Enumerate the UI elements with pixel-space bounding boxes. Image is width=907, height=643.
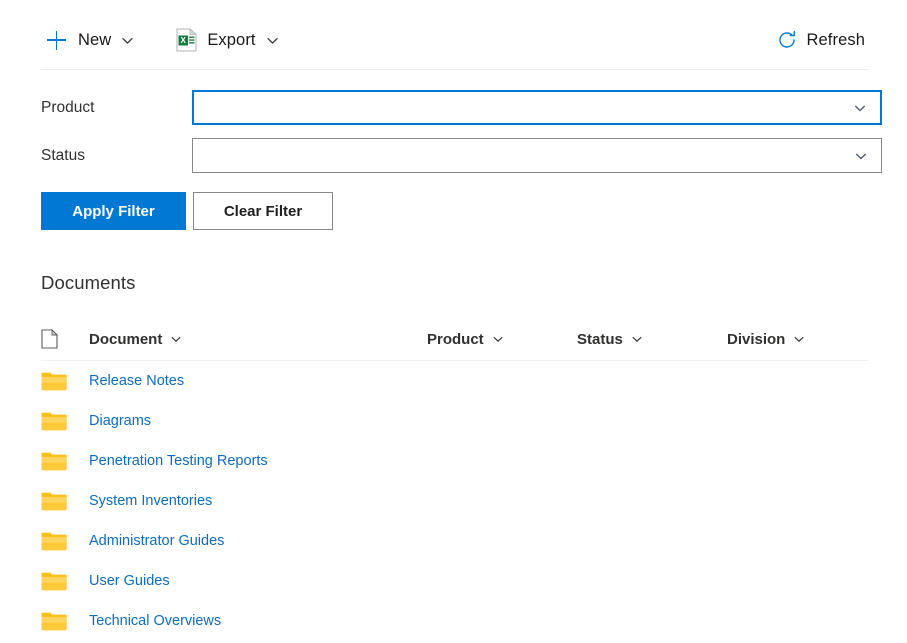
table-row[interactable]: Penetration Testing Reports (41, 441, 869, 481)
file-page-icon (41, 329, 58, 349)
column-header-document-label: Document (89, 330, 163, 348)
chevron-down-icon[interactable] (793, 333, 805, 345)
chevron-down-icon[interactable] (853, 101, 867, 115)
status-dropdown[interactable] (192, 138, 882, 173)
chevron-down-icon[interactable] (492, 333, 504, 345)
chevron-down-icon[interactable] (631, 333, 643, 345)
folder-icon (41, 411, 89, 431)
product-filter-label: Product (41, 98, 95, 116)
plus-icon (47, 30, 66, 50)
column-header-product-label: Product (427, 330, 484, 348)
product-dropdown[interactable] (192, 90, 882, 125)
document-link[interactable]: Administrator Guides (89, 533, 224, 549)
document-link[interactable]: Penetration Testing Reports (89, 453, 268, 469)
document-link[interactable]: User Guides (89, 573, 170, 589)
document-link[interactable]: Technical Overviews (89, 613, 221, 629)
column-header-status-label: Status (577, 330, 623, 348)
refresh-circular-arrow-icon (777, 30, 797, 50)
documents-table-header: Document Product Status Division (41, 318, 869, 361)
document-link[interactable]: Diagrams (89, 413, 151, 429)
folder-icon (41, 531, 89, 551)
folder-icon (41, 491, 89, 511)
chevron-down-icon[interactable] (170, 333, 182, 345)
chevron-down-icon[interactable] (854, 149, 868, 163)
command-toolbar: New X Export Refresh (41, 18, 869, 62)
chevron-down-icon[interactable] (121, 34, 134, 47)
table-row[interactable]: Release Notes (41, 361, 869, 401)
new-button[interactable]: New (41, 21, 140, 59)
table-row[interactable]: Administrator Guides (41, 521, 869, 561)
export-button[interactable]: X Export (170, 21, 284, 59)
export-button-label: Export (207, 30, 256, 49)
column-header-division-label: Division (727, 330, 786, 348)
folder-icon (41, 371, 89, 391)
documents-rows: Release Notes Diagrams Penetration Testi… (41, 361, 869, 641)
table-row[interactable]: System Inventories (41, 481, 869, 521)
column-header-document[interactable]: Document (89, 331, 427, 348)
folder-icon (41, 451, 89, 471)
column-header-division[interactable]: Division (727, 331, 869, 348)
column-header-icon (41, 329, 89, 349)
table-row[interactable]: Technical Overviews (41, 601, 869, 641)
svg-text:X: X (181, 36, 187, 45)
table-row[interactable]: User Guides (41, 561, 869, 601)
refresh-button-label: Refresh (806, 30, 865, 49)
chevron-down-icon[interactable] (266, 34, 279, 47)
status-filter-label: Status (41, 146, 85, 164)
apply-filter-button[interactable]: Apply Filter (41, 192, 186, 230)
clear-filter-button[interactable]: Clear Filter (193, 192, 333, 230)
document-link[interactable]: System Inventories (89, 493, 212, 509)
table-row[interactable]: Diagrams (41, 401, 869, 441)
column-header-status[interactable]: Status (577, 331, 727, 348)
filter-actions: Apply Filter Clear Filter (41, 192, 333, 230)
excel-file-icon: X (176, 28, 198, 52)
documents-section-title: Documents (41, 272, 136, 293)
documents-list: Document Product Status Division Release… (41, 318, 869, 641)
refresh-button[interactable]: Refresh (773, 30, 869, 50)
status-filter-row: Status (41, 138, 882, 173)
product-filter-row: Product (41, 90, 882, 125)
document-link[interactable]: Release Notes (89, 373, 184, 389)
toolbar-divider (41, 69, 869, 70)
new-button-label: New (78, 30, 112, 49)
folder-icon (41, 571, 89, 591)
column-header-product[interactable]: Product (427, 331, 577, 348)
folder-icon (41, 611, 89, 631)
